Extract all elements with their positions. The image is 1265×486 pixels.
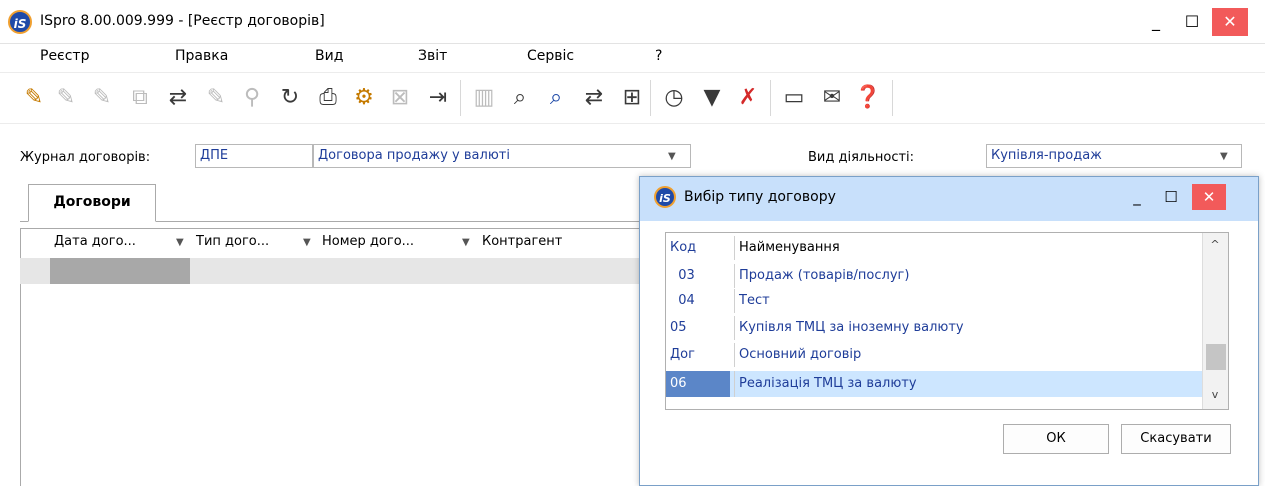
toolbar-separator [770,80,771,116]
column-header-type[interactable]: Тип дого... [196,234,269,249]
toolbar-separator [460,80,461,116]
filter-icon[interactable]: ▼ [698,84,726,112]
column-header-counterparty[interactable]: Контрагент [482,234,562,249]
dialog-maximize-button[interactable]: ☐ [1154,184,1188,210]
list-header-row: Код Найменування [666,236,1202,260]
form-icon[interactable]: ▭ [780,84,808,112]
journal-name-dropdown[interactable]: Договора продажу у валюті [313,144,691,168]
menu-edit[interactable]: Правка [175,48,228,64]
cancel-button[interactable]: Скасувати [1121,424,1231,454]
find-icon[interactable]: ⌕ [506,84,534,112]
chevron-down-icon[interactable]: ▼ [1220,151,1228,162]
minimize-button[interactable]: _ [1138,8,1174,36]
column-header-code[interactable]: Код [666,236,730,260]
journal-label: Журнал договорів: [20,150,151,165]
list-item-name: Реалізація ТМЦ за валюту [734,371,1202,397]
menu-report[interactable]: Звіт [418,48,447,64]
tab-contracts[interactable]: Договори [28,184,156,222]
mail-icon[interactable]: ✉ [818,84,846,112]
scroll-thumb[interactable] [1206,344,1226,370]
dialog-close-button[interactable]: ✕ [1192,184,1226,210]
column-filter-icon[interactable]: ▼ [176,237,184,248]
column-header-name[interactable]: Найменування [734,236,1202,260]
list-item-code: 04 [670,293,695,308]
new-doc-star-icon[interactable]: ✎ [20,84,48,112]
edit-doc-icon[interactable]: ✎ [52,84,80,112]
tag-icon[interactable]: ✎ [202,84,230,112]
list-item-code: 05 [670,320,687,335]
toolbar-separator [892,80,893,116]
menu-view[interactable]: Вид [315,48,343,64]
refresh-icon[interactable]: ↻ [276,84,304,112]
column-header-number[interactable]: Номер дого... [322,234,414,249]
activity-label: Вид діяльності: [808,150,915,165]
journal-code-field[interactable]: ДПЕ [195,144,313,168]
dialog-minimize-button[interactable]: _ [1120,184,1154,210]
menu-registry[interactable]: Реєстр [40,48,89,64]
find-next-icon[interactable]: ⌕ [542,84,570,112]
column-filter-icon[interactable]: ▼ [303,237,311,248]
list-scrollbar[interactable] [1202,233,1228,409]
column-filter-icon[interactable]: ▼ [462,237,470,248]
list-item-code: Дог [670,347,695,362]
import-icon[interactable]: ⇄ [580,84,608,112]
column-header-date[interactable]: Дата дого... [54,234,136,249]
clear-filter-icon[interactable]: ✗ [734,84,762,112]
menu-help[interactable]: ? [655,48,662,64]
app-logo-icon: iS [8,10,32,34]
list-item-name: Купівля ТМЦ за іноземну валюту [734,316,1202,340]
date-doc-icon[interactable]: ◷ [660,84,688,112]
filter-funnel-icon[interactable]: ⚲ [238,84,266,112]
list-item-name: Продаж (товарів/послуг) [734,264,1202,288]
gear-box-icon[interactable]: ⚙ [350,84,378,112]
list-item[interactable]: Дог Основний договір [666,343,1202,367]
excel-icon[interactable]: ⊠ [386,84,414,112]
maximize-button[interactable]: ☐ [1174,8,1210,36]
ok-button[interactable]: ОК [1003,424,1109,454]
print-icon[interactable]: ⎙ [314,84,342,112]
tree-icon[interactable]: ⊞ [618,84,646,112]
list-item-name: Основний договір [734,343,1202,367]
close-button[interactable]: ✕ [1212,8,1248,36]
menu-service[interactable]: Сервіс [527,48,574,64]
list-item-code: 03 [670,268,695,283]
chevron-down-icon[interactable]: ▼ [668,151,676,162]
scroll-down-icon[interactable]: v [1202,388,1228,401]
dialog-logo-icon: iS [654,186,676,208]
transfer-icon[interactable]: ⇄ [164,84,192,112]
toolbar-separator [650,80,651,116]
activity-dropdown[interactable]: Купівля-продаж [986,144,1242,168]
list-item-code: 06 [666,371,730,397]
copy-doc-icon[interactable]: ⧉ [126,84,154,112]
help-icon[interactable]: ❓ [854,84,882,112]
list-item[interactable]: 03 Продаж (товарів/послуг) [666,264,1202,288]
list-item[interactable]: 04 Тест [666,289,1202,313]
delete-doc-icon[interactable]: ✎ [88,84,116,112]
list-item-selected[interactable]: 06 Реалізація ТМЦ за валюту [666,371,1202,397]
export-icon[interactable]: ⇥ [424,84,452,112]
selected-cell[interactable] [50,258,190,284]
window-title: ISpro 8.00.009.999 - [Реєстр договорів] [40,13,325,29]
scroll-up-icon[interactable]: ^ [1202,238,1228,251]
list-item[interactable]: 05 Купівля ТМЦ за іноземну валюту [666,316,1202,340]
book-icon[interactable]: ▥ [470,84,498,112]
list-item-name: Тест [734,289,1202,313]
dialog-title: Вибір типу договору [684,189,836,205]
